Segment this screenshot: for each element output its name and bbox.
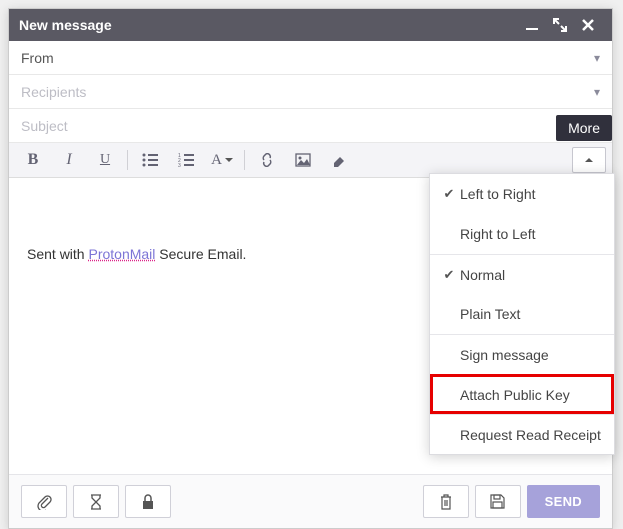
expiration-button[interactable] bbox=[73, 485, 119, 518]
signature-suffix: Secure Email. bbox=[155, 246, 246, 262]
recipients-field[interactable]: Recipients ▾ bbox=[9, 75, 612, 109]
lock-icon bbox=[141, 494, 155, 510]
menu-item-attach-public-key[interactable]: Attach Public Key bbox=[430, 374, 614, 414]
more-options-button[interactable] bbox=[572, 147, 606, 173]
menu-label: Left to Right bbox=[460, 186, 536, 202]
close-icon bbox=[581, 18, 595, 32]
check-icon: ✔ bbox=[438, 186, 460, 202]
caret-up-icon bbox=[585, 158, 593, 162]
send-button[interactable]: SEND bbox=[527, 485, 600, 518]
toolbar-divider bbox=[244, 150, 245, 170]
ordered-list-button[interactable]: 123 bbox=[168, 147, 204, 173]
compose-footer: SEND bbox=[9, 474, 612, 528]
underline-button[interactable]: U bbox=[87, 147, 123, 173]
unordered-list-button[interactable] bbox=[132, 147, 168, 173]
modal-title: New message bbox=[19, 17, 518, 33]
bold-button[interactable]: B bbox=[15, 147, 51, 173]
from-field[interactable]: From ▾ bbox=[9, 41, 612, 75]
caret-down-icon bbox=[225, 158, 233, 162]
subject-field[interactable]: Subject bbox=[9, 109, 612, 143]
font-label: A bbox=[211, 152, 222, 169]
menu-label: Request Read Receipt bbox=[460, 427, 601, 443]
toolbar-divider bbox=[127, 150, 128, 170]
signature-prefix: Sent with bbox=[27, 246, 88, 262]
chevron-down-icon[interactable]: ▾ bbox=[594, 85, 600, 99]
menu-item-normal[interactable]: ✔ Normal bbox=[430, 254, 614, 294]
subject-placeholder: Subject bbox=[21, 118, 600, 134]
link-icon bbox=[259, 153, 275, 167]
chevron-down-icon[interactable]: ▾ bbox=[594, 51, 600, 65]
paperclip-icon bbox=[36, 494, 52, 510]
eraser-icon bbox=[331, 153, 347, 167]
menu-item-rtl[interactable]: Right to Left bbox=[430, 214, 614, 254]
ol-icon: 123 bbox=[178, 153, 194, 167]
discard-button[interactable] bbox=[423, 485, 469, 518]
menu-label: Sign message bbox=[460, 347, 549, 363]
more-options-dropdown: ✔ Left to Right Right to Left ✔ Normal P… bbox=[429, 173, 615, 455]
modal-header: New message bbox=[9, 9, 612, 41]
ul-icon bbox=[142, 153, 158, 167]
menu-label: Plain Text bbox=[460, 306, 520, 322]
minimize-button[interactable] bbox=[518, 13, 546, 37]
menu-label: Attach Public Key bbox=[460, 387, 570, 403]
close-button[interactable] bbox=[574, 13, 602, 37]
svg-text:3: 3 bbox=[178, 163, 181, 167]
minimize-icon bbox=[525, 18, 539, 32]
menu-item-read-receipt[interactable]: Request Read Receipt bbox=[430, 414, 614, 454]
expand-icon bbox=[553, 18, 567, 32]
menu-label: Right to Left bbox=[460, 226, 536, 242]
attach-button[interactable] bbox=[21, 485, 67, 518]
encryption-button[interactable] bbox=[125, 485, 171, 518]
protonmail-link[interactable]: ProtonMail bbox=[88, 246, 155, 262]
save-icon bbox=[490, 494, 505, 509]
save-draft-button[interactable] bbox=[475, 485, 521, 518]
trash-icon bbox=[439, 494, 453, 510]
from-label: From bbox=[21, 50, 594, 66]
link-button[interactable] bbox=[249, 147, 285, 173]
menu-label: Normal bbox=[460, 267, 505, 283]
check-icon: ✔ bbox=[438, 267, 460, 283]
menu-item-sign-message[interactable]: Sign message bbox=[430, 334, 614, 374]
menu-item-ltr[interactable]: ✔ Left to Right bbox=[430, 174, 614, 214]
image-icon bbox=[295, 153, 311, 167]
expand-button[interactable] bbox=[546, 13, 574, 37]
menu-item-plain-text[interactable]: Plain Text bbox=[430, 294, 614, 334]
eraser-button[interactable] bbox=[321, 147, 357, 173]
recipients-placeholder: Recipients bbox=[21, 84, 594, 100]
italic-button[interactable]: I bbox=[51, 147, 87, 173]
hourglass-icon bbox=[90, 494, 102, 510]
image-button[interactable] bbox=[285, 147, 321, 173]
font-button[interactable]: A bbox=[204, 147, 240, 173]
compose-fields: From ▾ Recipients ▾ Subject bbox=[9, 41, 612, 143]
